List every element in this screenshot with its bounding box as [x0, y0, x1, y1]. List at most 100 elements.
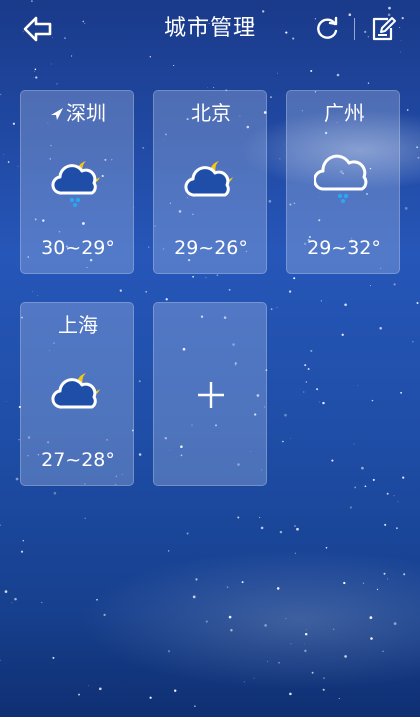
star [276, 307, 278, 309]
star [268, 199, 272, 203]
back-arrow-icon [23, 16, 52, 42]
star [369, 285, 372, 287]
refresh-button[interactable] [312, 14, 342, 44]
star [148, 246, 150, 248]
back-button[interactable] [22, 14, 54, 44]
add-city-button[interactable] [153, 302, 267, 486]
star [400, 391, 403, 394]
star [290, 643, 292, 645]
star [336, 73, 340, 77]
star [0, 524, 1, 526]
location-arrow-icon [51, 108, 63, 120]
star [349, 506, 353, 509]
star [371, 399, 374, 402]
star [33, 77, 35, 78]
star [311, 671, 314, 674]
star [417, 156, 420, 159]
star [289, 692, 292, 696]
star [243, 681, 245, 683]
star [34, 71, 35, 72]
star [84, 517, 86, 519]
star [310, 349, 313, 352]
star [237, 516, 240, 519]
city-name: 深圳 [21, 99, 135, 127]
star [372, 478, 375, 481]
city-card-guangzhou[interactable]: 广州 29~32° [286, 90, 400, 274]
star [276, 587, 280, 590]
city-card-shenzhen[interactable]: 深圳 30~29° [20, 90, 134, 274]
star [361, 466, 364, 470]
star [310, 69, 313, 73]
temperature-range: 30~29° [41, 237, 115, 259]
star [20, 550, 24, 553]
cloud-rain-icon [314, 154, 368, 203]
star [325, 546, 328, 549]
city-card-shanghai[interactable]: 上海 27~28° [20, 302, 134, 486]
star [50, 63, 52, 65]
edit-button[interactable] [368, 14, 398, 44]
star [149, 696, 152, 699]
star [270, 96, 272, 98]
star [174, 689, 177, 692]
star [7, 161, 10, 163]
star [285, 618, 287, 620]
star [406, 109, 409, 111]
star [383, 572, 386, 575]
star [241, 581, 244, 584]
star [15, 477, 19, 481]
star [364, 485, 367, 488]
city-name: 广州 [324, 101, 364, 125]
star [395, 527, 398, 530]
star [41, 601, 43, 604]
star [382, 650, 384, 653]
star [316, 388, 319, 391]
city-management-screen: 城市管理 深圳 30~29° 北京 29~26° 广州 29~32° 上海 27… [0, 0, 420, 717]
star [307, 368, 310, 370]
star [303, 643, 305, 645]
star [353, 443, 355, 445]
star [56, 83, 58, 85]
star [318, 401, 320, 403]
star [404, 207, 408, 210]
star [96, 599, 98, 601]
star [393, 495, 395, 497]
star [386, 492, 389, 495]
star [397, 501, 399, 503]
star [338, 698, 340, 700]
star [376, 588, 379, 591]
star [323, 677, 325, 679]
star [416, 301, 419, 305]
star [282, 440, 284, 443]
star [303, 391, 305, 393]
star [52, 656, 55, 659]
star [402, 476, 405, 479]
star [264, 624, 267, 627]
city-name: 北京 [191, 101, 231, 125]
star [416, 146, 419, 149]
star [186, 532, 189, 535]
star [320, 300, 322, 302]
star [34, 68, 37, 71]
star [354, 486, 357, 489]
star [228, 615, 232, 619]
star [53, 491, 57, 495]
temperature-range: 27~28° [41, 449, 115, 471]
star [277, 72, 278, 74]
page-title: 城市管理 [163, 16, 256, 41]
star [296, 527, 299, 531]
star [294, 552, 297, 554]
star [288, 290, 292, 293]
star [119, 289, 122, 292]
star [305, 629, 307, 630]
star [260, 526, 264, 530]
star [173, 64, 175, 67]
star [3, 154, 5, 156]
star [22, 540, 24, 542]
star [0, 93, 2, 96]
star [165, 298, 168, 301]
star [279, 158, 281, 160]
star [369, 616, 373, 619]
city-card-beijing[interactable]: 北京 29~26° [153, 90, 267, 274]
star [167, 550, 170, 552]
star [4, 590, 8, 593]
